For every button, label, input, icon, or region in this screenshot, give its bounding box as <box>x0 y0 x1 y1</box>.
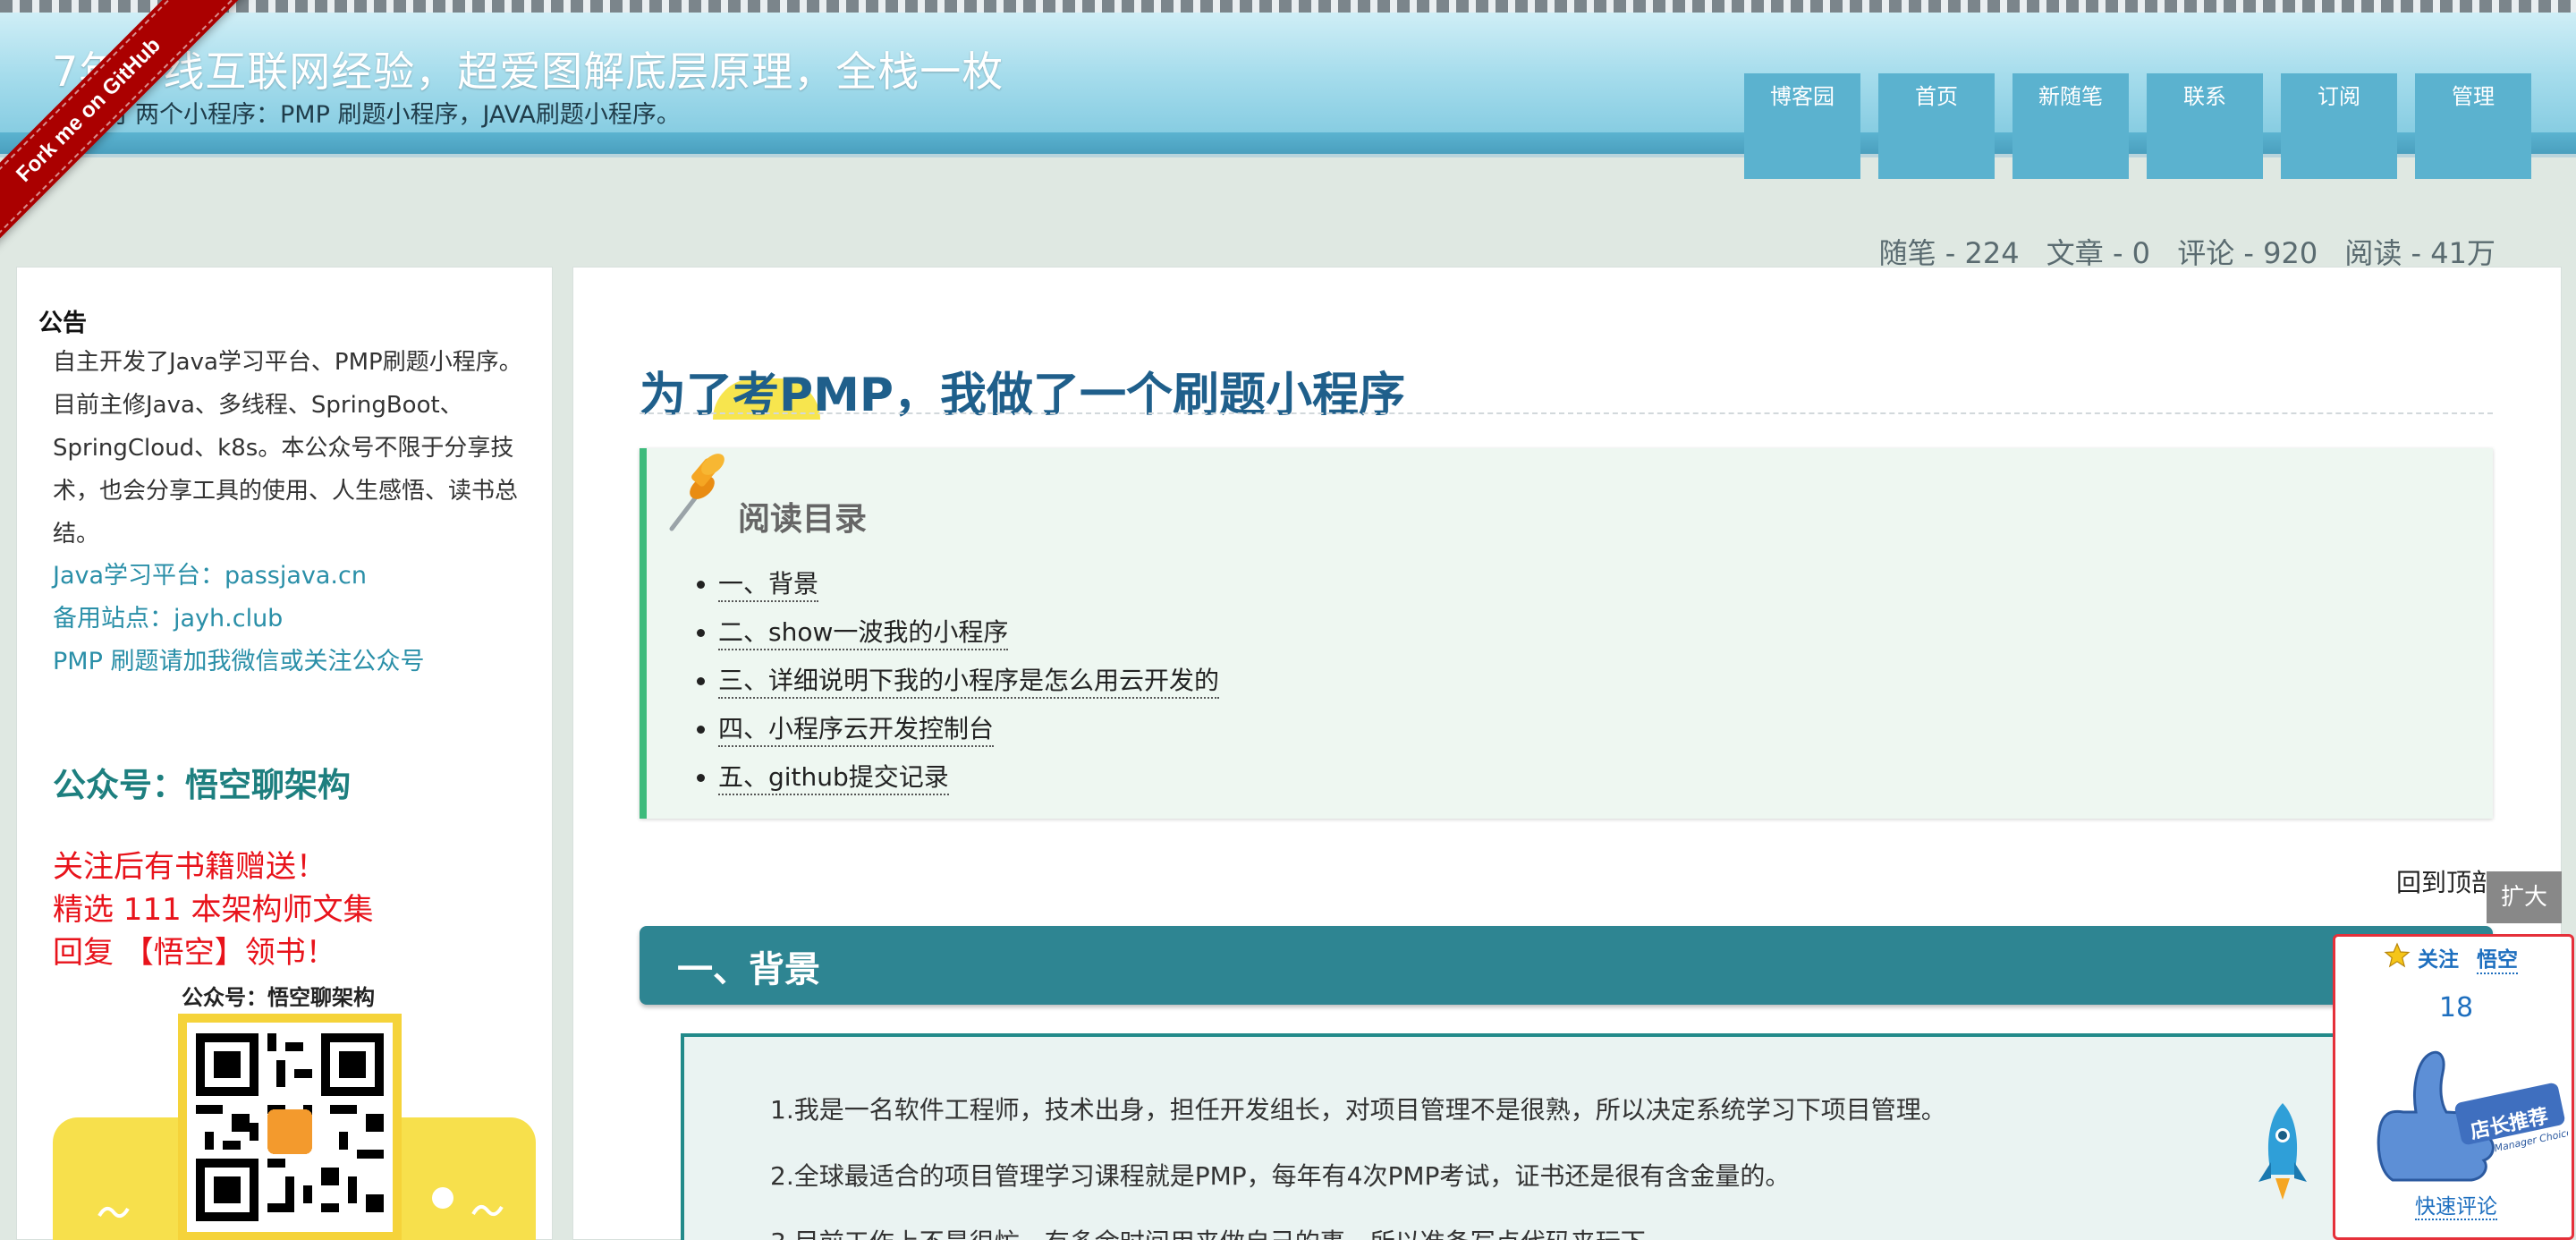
promo-line: 精选 111 本架构师文集 <box>53 892 374 928</box>
backup-site-link[interactable]: 备用站点：jayh.club <box>53 599 283 633</box>
qr-code-icon <box>187 1023 393 1232</box>
toc-item[interactable]: 一、背景 <box>718 565 1219 613</box>
nav-item-label: 博客园 <box>1770 84 1835 109</box>
follow-author-link[interactable]: 悟空 <box>2477 942 2518 974</box>
promo-line: 关注后有书籍赠送！ <box>53 849 326 885</box>
qr-code-frame <box>178 1014 402 1240</box>
nav-item-cnblogs[interactable]: 博客园 <box>1744 73 1860 179</box>
toc-item[interactable]: 四、小程序云开发控制台 <box>718 709 1219 758</box>
nav-item-new-post[interactable]: 新随笔 <box>2012 73 2129 179</box>
rocket-back-to-top-icon[interactable] <box>2251 1100 2314 1207</box>
recommend-panel: 关注 悟空 18 店长推荐 Manager Choice 快速评论 <box>2333 934 2574 1240</box>
paragraph: 1.我是一名软件工程师，技术出身，担任开发组长，对项目管理不是很熟，所以决定系统… <box>770 1095 1946 1125</box>
wechat-account-title: 公众号：悟空聊架构 <box>53 766 351 804</box>
paragraph: 3.目前工作上不是很忙，有多余时间用来做自己的事，所以准备写点代码来玩下。 <box>770 1223 1671 1240</box>
passjava-link[interactable]: Java学习平台：passjava.cn <box>53 556 367 590</box>
toc-item-label[interactable]: 五、github提交记录 <box>718 762 949 795</box>
back-to-top-link[interactable]: 回到顶部 <box>2396 863 2496 899</box>
section-header: 一、背景 <box>640 926 2493 1005</box>
nav-item-contact[interactable]: 联系 <box>2147 73 2263 179</box>
toc-item[interactable]: 三、详细说明下我的小程序是怎么用云开发的 <box>718 661 1220 709</box>
blog-title[interactable]: 7年一线互联网经验，超爱图解底层原理，全栈一枚 <box>52 39 1004 98</box>
toc-item-label[interactable]: 三、详细说明下我的小程序是怎么用云开发的 <box>718 666 1220 699</box>
header-top-border <box>0 0 2576 13</box>
expand-button[interactable]: 扩大 <box>2487 871 2562 923</box>
toc-item[interactable]: 二、show一波我的小程序 <box>718 613 1219 661</box>
toc-item[interactable]: 五、github提交记录 <box>718 758 1219 806</box>
stat-posts: 随笔 - 224 <box>1878 236 2020 270</box>
stat-articles: 文章 - 0 <box>2046 236 2151 270</box>
promo-line: 回复 【悟空】领书！ <box>53 935 336 971</box>
star-icon <box>2384 942 2411 968</box>
thumbs-up-recommend-icon[interactable]: 店长推荐 Manager Choice <box>2353 1037 2568 1189</box>
follow-label[interactable]: 关注 <box>2418 942 2459 972</box>
nav-item-subscribe[interactable]: 订阅 <box>2281 73 2397 179</box>
section-content-box <box>681 1033 2493 1240</box>
section-title: 一、背景 <box>677 949 820 990</box>
digg-count: 18 <box>2438 992 2474 1023</box>
toc-list: 一、背景 二、show一波我的小程序 三、详细说明下我的小程序是怎么用云开发的 … <box>693 565 1220 806</box>
nav-item-label: 管理 <box>2452 84 2495 109</box>
paragraph: 2.全球最适合的项目管理学习课程就是PMP，每年有4次PMP考试，证书还是很有含… <box>770 1161 1791 1191</box>
article-container: 为了考PMP，我做了一个刷题小程序 阅读目录 一、背景 二、show一波我的小程… <box>572 267 2562 1240</box>
table-of-contents: 阅读目录 一、背景 二、show一波我的小程序 三、详细说明下我的小程序是怎么用… <box>640 448 2493 819</box>
pushpin-icon <box>669 454 724 531</box>
nav-item-label: 订阅 <box>2318 84 2360 109</box>
pmp-contact-link[interactable]: PMP 刷题请加我微信或关注公众号 <box>53 641 424 676</box>
nav-item-label: 联系 <box>2183 84 2226 109</box>
stat-reads: 阅读 - 41万 <box>2344 236 2496 270</box>
stat-comments: 评论 - 920 <box>2177 236 2318 270</box>
nav-item-admin[interactable]: 管理 <box>2415 73 2531 179</box>
title-divider <box>640 412 2493 414</box>
notice-title: 公告 <box>38 310 87 337</box>
blog-subtitle: 开发了两个小程序：PMP 刷题小程序，JAVA刷题小程序。 <box>63 101 681 129</box>
notice-text: 自主开发了Java学习平台、PMP刷题小程序。目前主修Java、多线程、Spri… <box>53 349 522 548</box>
toc-title: 阅读目录 <box>738 501 868 538</box>
qr-caption: 公众号：悟空聊架构 <box>182 985 375 1010</box>
nav-item-label: 首页 <box>1915 84 1958 109</box>
toc-item-label[interactable]: 二、show一波我的小程序 <box>718 617 1009 650</box>
toc-item-label[interactable]: 四、小程序云开发控制台 <box>718 714 995 747</box>
quick-comment-label[interactable]: 快速评论 <box>2415 1195 2497 1220</box>
toc-item-label[interactable]: 一、背景 <box>718 569 819 602</box>
nav-item-home[interactable]: 首页 <box>1878 73 1995 179</box>
nav-item-label: 新随笔 <box>2038 84 2103 109</box>
quick-comment-link[interactable]: 快速评论 <box>2335 1189 2576 1220</box>
sidebar: 公告 自主开发了Java学习平台、PMP刷题小程序。目前主修Java、多线程、S… <box>16 267 553 1240</box>
